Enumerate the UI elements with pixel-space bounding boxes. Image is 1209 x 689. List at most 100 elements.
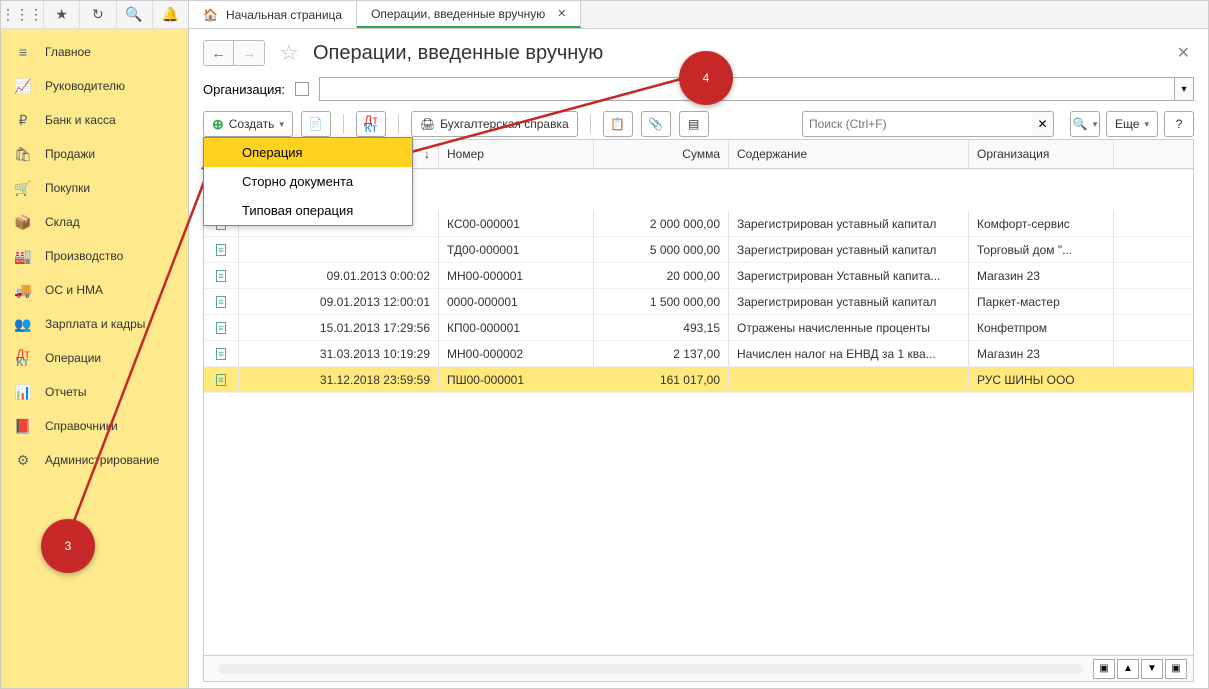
create-button[interactable]: ⊕ Создать ▾ (203, 111, 293, 137)
content: ← → ☆ Операции, введенные вручную ✕ Орга… (189, 29, 1208, 688)
col-num[interactable]: Номер (439, 140, 594, 168)
forward-button[interactable]: → (234, 41, 264, 65)
org-input[interactable] (319, 77, 1174, 101)
h-scrollbar[interactable] (218, 664, 1083, 674)
find-button[interactable]: 🔍▾ (1070, 111, 1100, 137)
cell-date: 31.03.2013 10:19:29 (239, 341, 439, 366)
nav-ops[interactable]: ДтКтОперации (1, 341, 188, 375)
dropdown-item-operation[interactable]: Операция (204, 138, 412, 167)
list-button[interactable]: ▤ (679, 111, 709, 137)
back-button[interactable]: ← (204, 41, 234, 65)
create-label: Создать (229, 117, 275, 131)
nav-first[interactable]: ▣ (1093, 659, 1115, 679)
apps-icon[interactable]: ⋮⋮⋮ (1, 1, 44, 28)
cell-num: ТД00-000001 (439, 237, 594, 262)
org-checkbox[interactable] (295, 82, 309, 96)
nav-last[interactable]: ▣ (1165, 659, 1187, 679)
nav-manager[interactable]: 📈Руководителю (1, 69, 188, 103)
dtkt-button[interactable]: ДтКт (356, 111, 386, 137)
cell-date: 15.01.2013 17:29:56 (239, 315, 439, 340)
main: 🏠 Начальная страница Операции, введенные… (189, 1, 1208, 688)
grid-footer: ▣ ▲ ▼ ▣ (204, 655, 1193, 681)
cart-icon: 🛒 (15, 180, 31, 197)
cell-date (239, 237, 439, 262)
table-row[interactable]: ≡09.01.2013 0:00:02МН00-00000120 000,00З… (204, 263, 1193, 289)
dropdown-item-storno[interactable]: Сторно документа (204, 167, 412, 196)
cell-num: КП00-000001 (439, 315, 594, 340)
nav-refs[interactable]: 📕Справочники (1, 409, 188, 443)
more-label: Еще (1115, 117, 1139, 131)
separator (590, 114, 591, 134)
cell-desc: Зарегистрирован Уставный капита... (729, 263, 969, 288)
table-row[interactable]: ≡ ТД00-0000015 000 000,00Зарегистрирован … (204, 237, 1193, 263)
tab-label: Операции, введенные вручную (371, 7, 545, 21)
col-sum[interactable]: Сумма (594, 140, 729, 168)
nav-hr[interactable]: 👥Зарплата и кадры (1, 307, 188, 341)
nav-purchase[interactable]: 🛒Покупки (1, 171, 188, 205)
nav-down[interactable]: ▼ (1141, 659, 1163, 679)
cell-sum: 20 000,00 (594, 263, 729, 288)
table-row[interactable]: ≡09.01.2013 12:00:010000-0000011 500 000… (204, 289, 1193, 315)
menu-icon: ≡ (15, 44, 31, 60)
close-icon[interactable]: ✕ (557, 7, 566, 20)
nav-stock[interactable]: 📦Склад (1, 205, 188, 239)
favorite-button[interactable]: ☆ (275, 39, 303, 67)
tab-home[interactable]: 🏠 Начальная страница (189, 1, 357, 28)
table-row[interactable]: ≡31.12.2018 23:59:59ПШ00-000001161 017,0… (204, 367, 1193, 393)
factory-icon: 🏭 (15, 248, 31, 265)
tab-operations[interactable]: Операции, введенные вручную ✕ (357, 1, 581, 28)
document-icon: ≡ (216, 244, 225, 256)
cell-sum: 5 000 000,00 (594, 237, 729, 262)
page-title: Операции, введенные вручную (313, 42, 603, 65)
cell-sum: 161 017,00 (594, 367, 729, 392)
org-input-wrap: ▾ (319, 77, 1194, 101)
cell-sum: 1 500 000,00 (594, 289, 729, 314)
print-button[interactable]: 🖨 Бухгалтерская справка (411, 111, 578, 137)
chevron-down-icon[interactable]: ▾ (1174, 77, 1194, 101)
home-icon: 🏠 (203, 8, 218, 22)
search-icon[interactable]: 🔍 (117, 1, 153, 28)
table-row[interactable]: ≡15.01.2013 17:29:56КП00-000001493,15Отр… (204, 315, 1193, 341)
org-label: Организация: (203, 82, 285, 97)
favorite-icon[interactable]: ★ (44, 1, 80, 28)
dropdown-item-template[interactable]: Типовая операция (204, 196, 412, 225)
cell-org: Торговый дом "... (969, 237, 1114, 262)
nav-main[interactable]: ≡Главное (1, 35, 188, 69)
nav-reports[interactable]: 📊Отчеты (1, 375, 188, 409)
cell-last (1114, 237, 1193, 262)
document-icon: ≡ (216, 322, 225, 334)
col-desc[interactable]: Содержание (729, 140, 969, 168)
cell-org: Конфетпром (969, 315, 1114, 340)
cell-desc: Отражены начисленные проценты (729, 315, 969, 340)
nav-bank[interactable]: ₽Банк и касса (1, 103, 188, 137)
help-button[interactable]: ? (1164, 111, 1194, 137)
dtkt-icon: ДтКт (15, 350, 31, 366)
cell-desc: Зарегистрирован уставный капитал (729, 211, 969, 236)
clear-search-icon[interactable]: ✕ (1032, 111, 1054, 137)
table-row[interactable]: ≡31.03.2013 10:19:29МН00-0000022 137,00Н… (204, 341, 1193, 367)
search-input[interactable] (802, 111, 1032, 137)
chevron-down-icon: ▾ (279, 119, 284, 130)
clipboard-button[interactable]: 📋 (603, 111, 633, 137)
nav-prod[interactable]: 🏭Производство (1, 239, 188, 273)
col-last[interactable] (1114, 140, 1193, 168)
nav-up[interactable]: ▲ (1117, 659, 1139, 679)
more-button[interactable]: Еще ▾ (1106, 111, 1158, 137)
nav-sales[interactable]: 🛍Продажи (1, 137, 188, 171)
notify-icon[interactable]: 🔔 (153, 1, 188, 28)
cell-desc: Начислен налог на ЕНВД за 1 ква... (729, 341, 969, 366)
col-org[interactable]: Организация (969, 140, 1114, 168)
close-page-button[interactable]: ✕ (1173, 39, 1194, 67)
nav-label: Руководителю (45, 79, 125, 93)
cell-desc (729, 367, 969, 392)
nav-label: Администрирование (45, 453, 159, 467)
cell-num: МН00-000002 (439, 341, 594, 366)
row-icon: ≡ (204, 263, 239, 288)
plus-icon: ⊕ (212, 116, 224, 133)
history-icon[interactable]: ↻ (80, 1, 116, 28)
copy-button[interactable]: 📄 (301, 111, 331, 137)
attach-button[interactable]: 📎 (641, 111, 671, 137)
cell-desc: Зарегистрирован уставный капитал (729, 237, 969, 262)
nav-admin[interactable]: ⚙Администрирование (1, 443, 188, 477)
nav-assets[interactable]: 🚚ОС и НМА (1, 273, 188, 307)
